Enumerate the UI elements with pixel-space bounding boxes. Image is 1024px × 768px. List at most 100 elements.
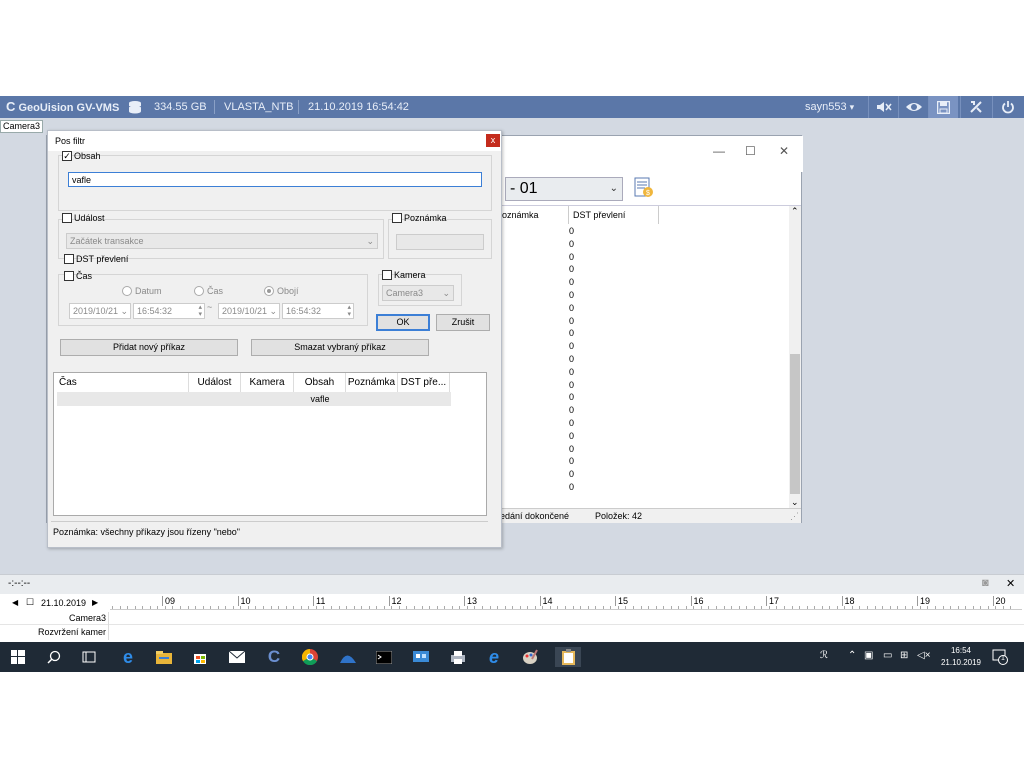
tray-app-icon[interactable]: ▣ (864, 650, 873, 661)
cas-checkbox[interactable]: Čas (64, 271, 92, 281)
obsah-input[interactable]: vafle (68, 172, 482, 187)
chevron-up-icon[interactable]: ⌃ (791, 206, 799, 217)
report-icon[interactable]: $ (633, 176, 655, 200)
chevron-down-icon[interactable]: ⌄ (791, 497, 799, 508)
kamera-checkbox[interactable]: Kamera (382, 270, 426, 280)
add-command-button[interactable]: Přidat nový příkaz (60, 339, 238, 356)
mute-button[interactable] (868, 96, 898, 118)
column-header[interactable]: Událost (189, 373, 241, 392)
kamera-select[interactable]: Camera3 ⌄ (382, 285, 454, 301)
dst-value: 0 (569, 251, 575, 262)
column-header[interactable]: Poznámka (346, 373, 398, 392)
range-separator: ~ (207, 302, 213, 312)
terminal-icon[interactable] (374, 647, 394, 667)
time-to-spinner[interactable]: 16:54:32 ▴ ▾ (282, 303, 354, 319)
storage-icon (128, 96, 142, 118)
close-button[interactable]: x (486, 134, 500, 147)
file-explorer-icon[interactable] (154, 647, 174, 667)
printer-icon[interactable] (448, 647, 468, 667)
save-button[interactable] (928, 96, 958, 118)
geovision-app-icon[interactable]: C (264, 647, 284, 667)
radio-cas[interactable]: Čas (194, 286, 223, 296)
hour-tick (436, 606, 438, 609)
windows-start-icon[interactable] (8, 647, 28, 667)
search-icon[interactable] (44, 647, 64, 667)
radio-datum[interactable]: Datum (122, 286, 162, 296)
column-header[interactable]: DST převlení (569, 206, 659, 224)
internet-explorer-icon[interactable]: e (484, 647, 504, 667)
hour-tick (700, 606, 702, 609)
date-to-picker[interactable]: 2019/10/21 ⌄ (218, 303, 280, 319)
camera-select[interactable]: - 01 ⌄ (505, 177, 623, 201)
dialog-note: Poznámka: všechny příkazy jsou řízeny "n… (51, 521, 488, 541)
speaker-muted-icon[interactable]: ◁× (917, 650, 931, 661)
column-header[interactable]: poznámka (493, 206, 569, 224)
chrome-icon[interactable] (300, 647, 320, 667)
people-icon[interactable]: ℛ (820, 650, 828, 661)
column-header[interactable]: Čas (54, 373, 189, 392)
udalost-checkbox[interactable]: Událost (62, 213, 105, 223)
poznamka-checkbox[interactable]: Poznámka (392, 213, 447, 223)
floppy-icon (937, 100, 950, 114)
divider (298, 100, 299, 114)
cas-label: Čas (76, 271, 93, 281)
notifications-icon[interactable]: 1 (992, 649, 1008, 665)
host-name: VLASTA_NTB (224, 101, 294, 113)
live-view-button[interactable] (898, 96, 928, 118)
power-button[interactable] (992, 96, 1022, 118)
hour-ruler[interactable]: 09 10 11 12 13 14 15 16 17 18 19 20 (110, 596, 1022, 610)
camera-tab[interactable]: Camera3 (0, 120, 44, 133)
vertical-scrollbar[interactable]: ⌃ ⌄ (789, 206, 801, 508)
remote-desktop-icon[interactable] (411, 647, 431, 667)
dst-checkbox[interactable]: DST převlení (64, 254, 128, 264)
hour-label: 15 (615, 596, 628, 606)
hour-tick (542, 606, 544, 609)
poznamka-input[interactable] (396, 234, 484, 250)
paint-icon[interactable] (520, 647, 540, 667)
table-row[interactable]: vafle (57, 392, 451, 406)
minimize-icon[interactable]: — (713, 144, 725, 158)
date-from-picker[interactable]: 2019/10/21 ⌄ (69, 303, 131, 319)
udalost-select[interactable]: Začátek transakce ⌄ (66, 233, 378, 249)
radio-oboji[interactable]: Obojí (264, 286, 299, 296)
chevron-down-icon: ▾ (849, 102, 855, 112)
ok-button[interactable]: OK (376, 314, 430, 331)
close-icon[interactable]: ✕ (779, 144, 789, 158)
task-view-icon[interactable] (79, 647, 99, 667)
cancel-button[interactable]: Zrušit (436, 314, 490, 331)
time-from-spinner[interactable]: 16:54:32 ▴ ▾ (133, 303, 205, 319)
hour-tick (383, 606, 385, 609)
column-header[interactable]: DST pře... (398, 373, 450, 392)
hour-tick (527, 606, 529, 609)
tools-button[interactable] (960, 96, 990, 118)
obsah-checkbox[interactable]: ✓ Obsah (62, 151, 101, 161)
battery-icon[interactable]: ▭ (883, 650, 892, 661)
chevron-up-icon[interactable]: ⌃ (848, 650, 856, 661)
shark-app-icon[interactable] (338, 647, 358, 667)
hour-tick (934, 606, 936, 609)
camera-icon[interactable]: ◙ (982, 577, 989, 589)
column-header[interactable]: Obsah (294, 373, 346, 392)
scrollbar-thumb[interactable] (790, 354, 800, 494)
next-day-icon[interactable]: ▶ (92, 598, 98, 607)
column-header[interactable]: Kamera (241, 373, 294, 392)
edge-icon[interactable]: e (118, 647, 138, 667)
hour-label: 13 (464, 596, 477, 606)
resize-grip-icon[interactable]: ⋰ (790, 509, 799, 524)
maximize-icon[interactable]: ☐ (745, 144, 756, 158)
hour-tick (202, 606, 204, 609)
calendar-icon[interactable]: ☐ (26, 597, 34, 608)
store-icon[interactable] (190, 647, 210, 667)
dialog-titlebar: Pos filtr (48, 131, 501, 151)
hour-tick (308, 606, 310, 609)
clipboard-app-icon[interactable] (555, 647, 581, 667)
network-icon[interactable]: ⊞ (900, 650, 908, 661)
delete-command-button[interactable]: Smazat vybraný příkaz (251, 339, 429, 356)
mail-icon[interactable] (227, 647, 247, 667)
hour-tick (149, 606, 151, 609)
tools-icon[interactable]: ✕ (1006, 577, 1015, 590)
clock[interactable]: 16:54 21.10.2019 (936, 645, 986, 669)
notification-count: 1 (1001, 655, 1005, 662)
user-menu[interactable]: sayn553 ▾ (805, 96, 854, 118)
prev-day-icon[interactable]: ◀ (12, 598, 18, 607)
